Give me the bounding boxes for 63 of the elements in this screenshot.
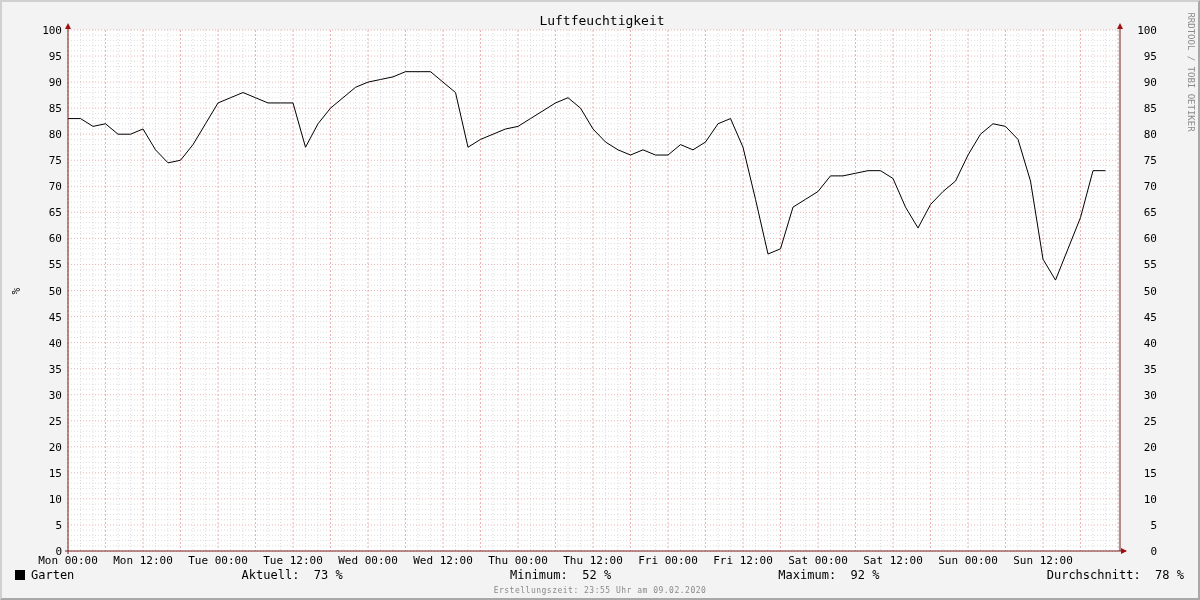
y-tick-label: 10 bbox=[1143, 492, 1157, 506]
y-tick-label: 85 bbox=[1143, 102, 1157, 116]
y-tick-label: 35 bbox=[48, 362, 62, 376]
y-tick-label: 70 bbox=[48, 180, 62, 194]
y-tick-label: 85 bbox=[48, 102, 62, 116]
stat-text: Durchschnitt: 78 % bbox=[1046, 568, 1184, 582]
y-tick-label: 100 bbox=[42, 24, 62, 37]
y-tick-label: 75 bbox=[1143, 154, 1157, 168]
y-tick-label: 80 bbox=[48, 128, 62, 142]
y-tick-label: 50 bbox=[48, 284, 62, 298]
y-tick-label: 20 bbox=[48, 440, 62, 454]
y-tick-label: 100 bbox=[1137, 24, 1157, 37]
y-axis-label: % bbox=[9, 287, 22, 295]
y-tick-label: 30 bbox=[48, 388, 62, 402]
y-tick-label: 55 bbox=[48, 258, 62, 272]
y-tick-label: 40 bbox=[48, 336, 62, 350]
y-tick-label: 50 bbox=[1143, 284, 1157, 298]
x-tick-label: Wed 00:00 bbox=[338, 554, 398, 566]
x-tick-label: Mon 12:00 bbox=[113, 554, 173, 566]
x-tick-label: Sun 00:00 bbox=[938, 554, 998, 566]
y-tick-label: 0 bbox=[1150, 545, 1157, 558]
x-tick-label: Thu 12:00 bbox=[563, 554, 623, 566]
x-tick-label: Wed 12:00 bbox=[413, 554, 473, 566]
y-tick-label: 30 bbox=[1143, 388, 1157, 402]
y-tick-label: 95 bbox=[1143, 50, 1157, 64]
stat-text: Aktuell: 73 % bbox=[241, 568, 343, 582]
y-tick-label: 60 bbox=[1143, 232, 1157, 246]
y-tick-label: 15 bbox=[1143, 466, 1157, 480]
creation-time-text: Erstellungszeit: 23:55 Uhr am 09.02.2020 bbox=[492, 586, 708, 595]
x-tick-label: Tue 12:00 bbox=[263, 554, 323, 566]
x-tick-label: Sat 12:00 bbox=[863, 554, 923, 566]
y-tick-label: 70 bbox=[1143, 180, 1157, 194]
x-tick-label: Sun 12:00 bbox=[1013, 554, 1073, 566]
y-tick-label: 95 bbox=[48, 50, 62, 64]
y-tick-label: 55 bbox=[1143, 258, 1157, 272]
y-tick-label: 5 bbox=[55, 518, 62, 532]
x-tick-label: Tue 00:00 bbox=[188, 554, 248, 566]
chart-title: Luftfeuchtigkeit bbox=[539, 13, 665, 28]
y-tick-label: 25 bbox=[48, 414, 62, 428]
legend-label: Garten bbox=[31, 568, 75, 582]
y-tick-label: 80 bbox=[1143, 128, 1157, 142]
y-tick-label: 45 bbox=[1143, 310, 1157, 324]
x-tick-label: Thu 00:00 bbox=[488, 554, 548, 566]
y-tick-label: 90 bbox=[48, 76, 62, 90]
y-tick-label: 90 bbox=[1143, 76, 1157, 90]
y-tick-label: 10 bbox=[48, 492, 62, 506]
y-tick-label: 65 bbox=[1143, 206, 1157, 220]
y-tick-label: 75 bbox=[48, 154, 62, 168]
y-tick-label: 45 bbox=[48, 310, 62, 324]
y-tick-label: 60 bbox=[48, 232, 62, 246]
x-tick-label: Fri 00:00 bbox=[638, 554, 698, 566]
y-tick-label: 65 bbox=[48, 206, 62, 220]
stat-text: Maximum: 92 % bbox=[778, 568, 880, 582]
stat-text: Minimum: 52 % bbox=[509, 568, 612, 582]
credit-text: RRDTOOL / TOBI OETIKER bbox=[1186, 12, 1196, 132]
y-tick-label: 20 bbox=[1143, 440, 1157, 454]
y-tick-label: 40 bbox=[1143, 336, 1157, 350]
y-tick-label: 35 bbox=[1143, 362, 1157, 376]
x-tick-label: Sat 00:00 bbox=[788, 554, 848, 566]
y-tick-label: 25 bbox=[1143, 414, 1157, 428]
y-tick-label: 15 bbox=[48, 466, 62, 480]
x-tick-label: Fri 12:00 bbox=[713, 554, 773, 566]
y-tick-label: 5 bbox=[1150, 518, 1157, 532]
